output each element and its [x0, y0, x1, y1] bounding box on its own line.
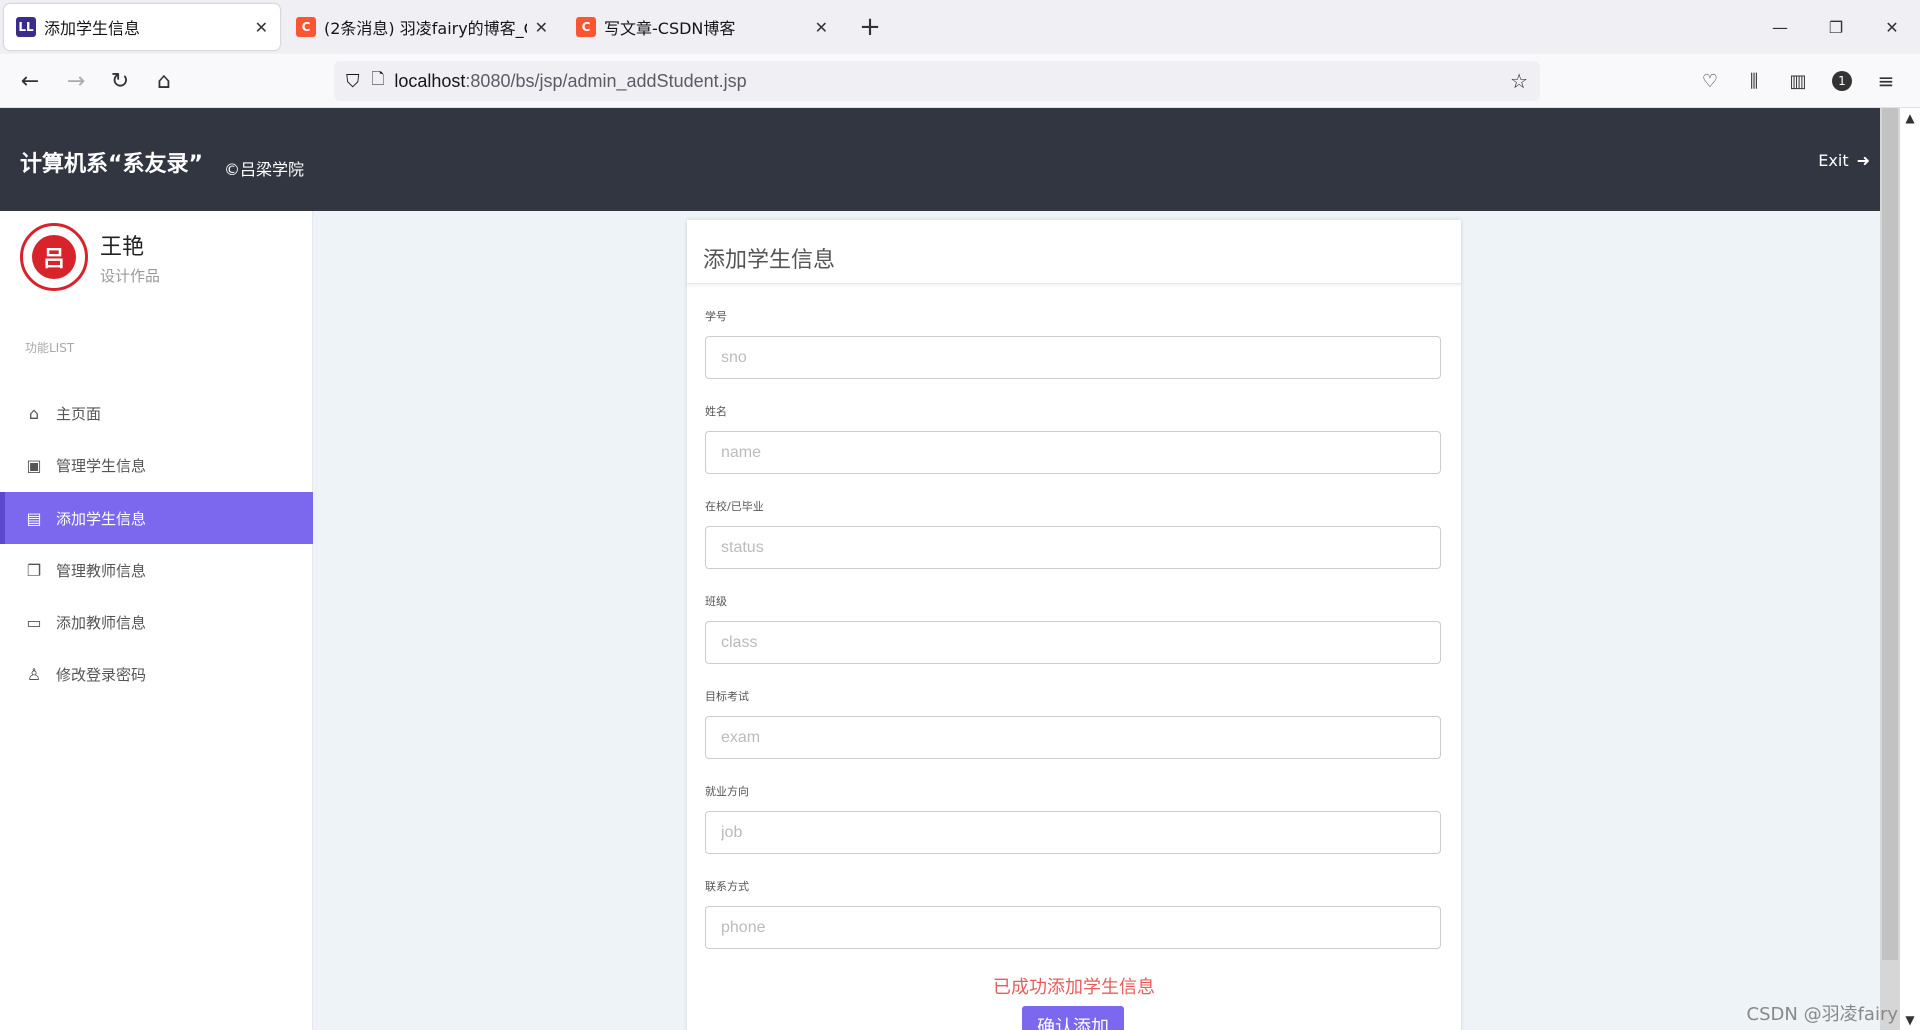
scrollbar-thumb[interactable]	[1882, 108, 1898, 960]
tab-csdn-write[interactable]: C 写文章-CSDN博客 ✕	[564, 4, 840, 50]
tab-title: (2条消息) 羽凌fairy的博客_CSD	[324, 19, 527, 38]
field-label: 班级	[705, 595, 727, 608]
add-student-form-card: 添加学生信息 学号 姓名 在校/已毕业 班级 目标考试 就业方向 联系方式	[687, 220, 1461, 1030]
csdn-favicon-icon: C	[576, 17, 596, 37]
close-tab-icon[interactable]: ✕	[255, 18, 268, 37]
account-icon[interactable]: 1	[1824, 63, 1860, 99]
tab-title: 写文章-CSDN博客	[604, 19, 736, 38]
sidebar: 吕 王艳 设计作品 功能LIST ⌂ 主页面 ▣ 管理学生信息 ▤ 添加学生信息…	[0, 211, 313, 1030]
avatar: 吕	[20, 223, 88, 291]
browser-tab-bar: LL 添加学生信息 ✕ C (2条消息) 羽凌fairy的博客_CSD ✕ C …	[0, 0, 1920, 54]
shield-icon[interactable]: ⛉	[346, 71, 360, 92]
user-name: 王艳	[100, 235, 145, 260]
field-label: 姓名	[705, 405, 727, 418]
sidebar-item-label: 管理学生信息	[56, 456, 147, 475]
add-teacher-icon: ▭	[26, 612, 42, 632]
brand-subtitle: ©吕梁学院	[224, 160, 305, 179]
brand-title: 计算机系“系友录”	[20, 152, 203, 177]
field-status: 在校/已毕业	[705, 498, 1441, 569]
success-message: 已成功添加学生信息	[993, 977, 1155, 998]
home-icon: ⌂	[28, 403, 40, 423]
bookmark-star-icon[interactable]: ☆	[1510, 69, 1528, 94]
sidebar-item-label: 添加学生信息	[56, 509, 147, 528]
sno-input[interactable]	[705, 336, 1441, 379]
field-phone: 联系方式	[705, 878, 1441, 949]
watermark: CSDN @羽凌fairy	[1746, 1004, 1898, 1025]
csdn-favicon-icon: C	[296, 17, 316, 37]
status-input[interactable]	[705, 526, 1441, 569]
student-icon: ▣	[26, 455, 42, 475]
sidebar-item-manage-students[interactable]: ▣ 管理学生信息	[0, 439, 313, 491]
sidebar-toggle-icon[interactable]: ▥	[1780, 63, 1816, 99]
field-sno: 学号	[705, 308, 1441, 379]
sidebar-item-label: 添加教师信息	[56, 613, 147, 632]
close-tab-icon[interactable]: ✕	[815, 18, 828, 37]
sidebar-item-home[interactable]: ⌂ 主页面	[0, 387, 313, 439]
sidebar-item-label: 修改登录密码	[56, 665, 147, 684]
sidebar-item-add-teacher[interactable]: ▭ 添加教师信息	[0, 596, 313, 648]
sidebar-item-change-password[interactable]: ♙ 修改登录密码	[0, 648, 313, 700]
form-title: 添加学生信息	[687, 220, 1461, 284]
phone-input[interactable]	[705, 906, 1441, 949]
back-icon[interactable]: ←	[12, 63, 48, 99]
exam-input[interactable]	[705, 716, 1441, 759]
library-icon[interactable]: ⫼	[1736, 63, 1772, 99]
sidebar-item-add-student[interactable]: ▤ 添加学生信息	[0, 492, 313, 544]
page-scrollbar[interactable]	[1880, 108, 1900, 1030]
field-class: 班级	[705, 593, 1441, 664]
confirm-add-button[interactable]: 确认添加	[1022, 1006, 1124, 1030]
menu-heading: 功能LIST	[25, 341, 75, 355]
teacher-icon: ❐	[26, 560, 42, 580]
url-path: :8080/bs/jsp/admin_addStudent.jsp	[465, 70, 747, 91]
scroll-up-icon[interactable]: ▲	[1900, 108, 1920, 128]
menu-icon[interactable]: ≡	[1868, 63, 1904, 99]
tab-add-student[interactable]: LL 添加学生信息 ✕	[4, 4, 280, 50]
add-student-icon: ▤	[26, 508, 42, 528]
class-input[interactable]	[705, 621, 1441, 664]
field-label: 学号	[705, 310, 727, 323]
university-logo-icon: 吕	[32, 235, 76, 279]
reload-icon[interactable]: ↻	[102, 63, 138, 99]
forward-icon[interactable]: →	[58, 63, 94, 99]
scroll-down-icon[interactable]: ▼	[1900, 1010, 1920, 1030]
page-content: 计算机系“系友录” ©吕梁学院 Exit ➜ 吕 王艳 设计作品 功能LIST …	[0, 108, 1900, 1030]
exit-label: Exit	[1818, 151, 1849, 170]
sidebar-item-manage-teachers[interactable]: ❐ 管理教师信息	[0, 544, 313, 596]
name-input[interactable]	[705, 431, 1441, 474]
sidebar-item-label: 主页面	[56, 404, 102, 423]
minimize-icon[interactable]: —	[1752, 0, 1808, 54]
url-host: localhost	[394, 70, 466, 91]
sidebar-item-label: 管理教师信息	[56, 561, 147, 580]
new-tab-icon[interactable]: +	[852, 9, 888, 45]
sign-out-icon: ➜	[1856, 151, 1870, 170]
account-badge: 1	[1832, 71, 1852, 91]
field-label: 目标考试	[705, 690, 749, 703]
user-icon: ♙	[26, 664, 42, 684]
tab-csdn-blog[interactable]: C (2条消息) 羽凌fairy的博客_CSD ✕	[284, 4, 560, 50]
browser-nav-bar: ← → ↻ ⌂ ⛉ 🗋 localhost:8080/bs/jsp/admin_…	[0, 54, 1920, 108]
field-job: 就业方向	[705, 783, 1441, 854]
pocket-icon[interactable]: ♡	[1692, 63, 1728, 99]
exit-link[interactable]: Exit ➜	[1818, 151, 1870, 170]
tab-title: 添加学生信息	[44, 19, 141, 38]
field-label: 联系方式	[705, 880, 749, 893]
site-favicon-icon: LL	[16, 17, 36, 37]
user-role: 设计作品	[100, 267, 161, 285]
address-bar[interactable]: ⛉ 🗋 localhost:8080/bs/jsp/admin_addStude…	[334, 61, 1540, 101]
job-input[interactable]	[705, 811, 1441, 854]
field-name: 姓名	[705, 403, 1441, 474]
close-tab-icon[interactable]: ✕	[535, 18, 548, 37]
close-window-icon[interactable]: ✕	[1864, 0, 1920, 54]
top-header: 计算机系“系友录” ©吕梁学院 Exit ➜	[0, 108, 1900, 211]
field-exam: 目标考试	[705, 688, 1441, 759]
field-label: 在校/已毕业	[705, 500, 764, 513]
page-icon: 🗋	[371, 70, 385, 88]
home-icon[interactable]: ⌂	[146, 63, 182, 99]
field-label: 就业方向	[705, 785, 749, 798]
browser-scrollbar[interactable]: ▲ ▼	[1900, 108, 1920, 1030]
restore-icon[interactable]: ❐	[1808, 0, 1864, 54]
